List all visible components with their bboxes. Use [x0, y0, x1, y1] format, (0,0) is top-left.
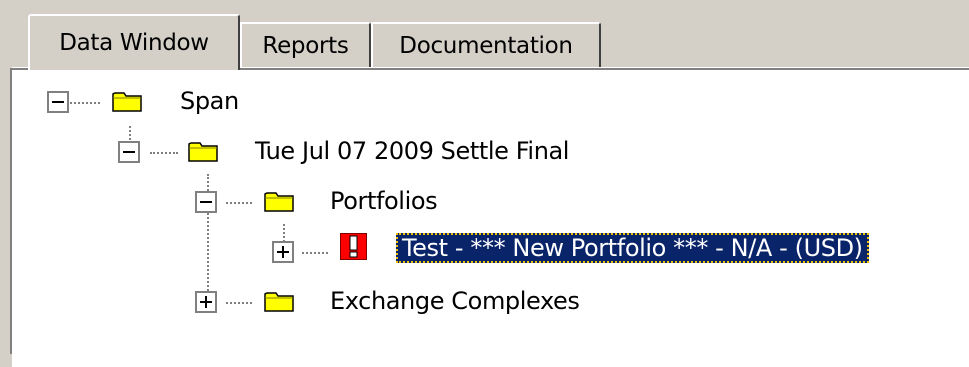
tree-connector	[150, 152, 178, 154]
tab-documentation-label: Documentation	[399, 33, 573, 59]
tree-node-portfolio-test[interactable]: Test - *** New Portfolio *** - N/A - (US…	[396, 233, 869, 263]
warning-icon	[340, 233, 367, 260]
collapse-span-button[interactable]	[47, 91, 69, 113]
tab-data-window[interactable]: Data Window	[28, 14, 240, 70]
tab-data-window-label: Data Window	[59, 30, 209, 56]
tab-documentation[interactable]: Documentation	[371, 22, 601, 68]
tree-node-session[interactable]: Tue Jul 07 2009 Settle Final	[255, 136, 569, 166]
expand-exchange-complexes-button[interactable]	[195, 291, 217, 313]
folder-icon	[264, 192, 294, 212]
tree-node-span[interactable]: Span	[180, 86, 239, 116]
tree-node-portfolios[interactable]: Portfolios	[330, 186, 438, 216]
tree-node-exchange-complexes[interactable]: Exchange Complexes	[330, 286, 580, 316]
tree-connector	[70, 102, 100, 104]
tab-reports[interactable]: Reports	[240, 22, 371, 68]
collapse-portfolios-button[interactable]	[195, 191, 217, 213]
tree-connector	[226, 202, 252, 204]
folder-icon	[264, 292, 294, 312]
tree-connector	[302, 252, 328, 254]
folder-icon	[112, 92, 142, 112]
expand-portfolio-button[interactable]	[272, 241, 294, 263]
tab-reports-label: Reports	[262, 33, 349, 59]
collapse-session-button[interactable]	[118, 141, 140, 163]
folder-icon	[188, 142, 218, 162]
tree-connector	[226, 302, 252, 304]
